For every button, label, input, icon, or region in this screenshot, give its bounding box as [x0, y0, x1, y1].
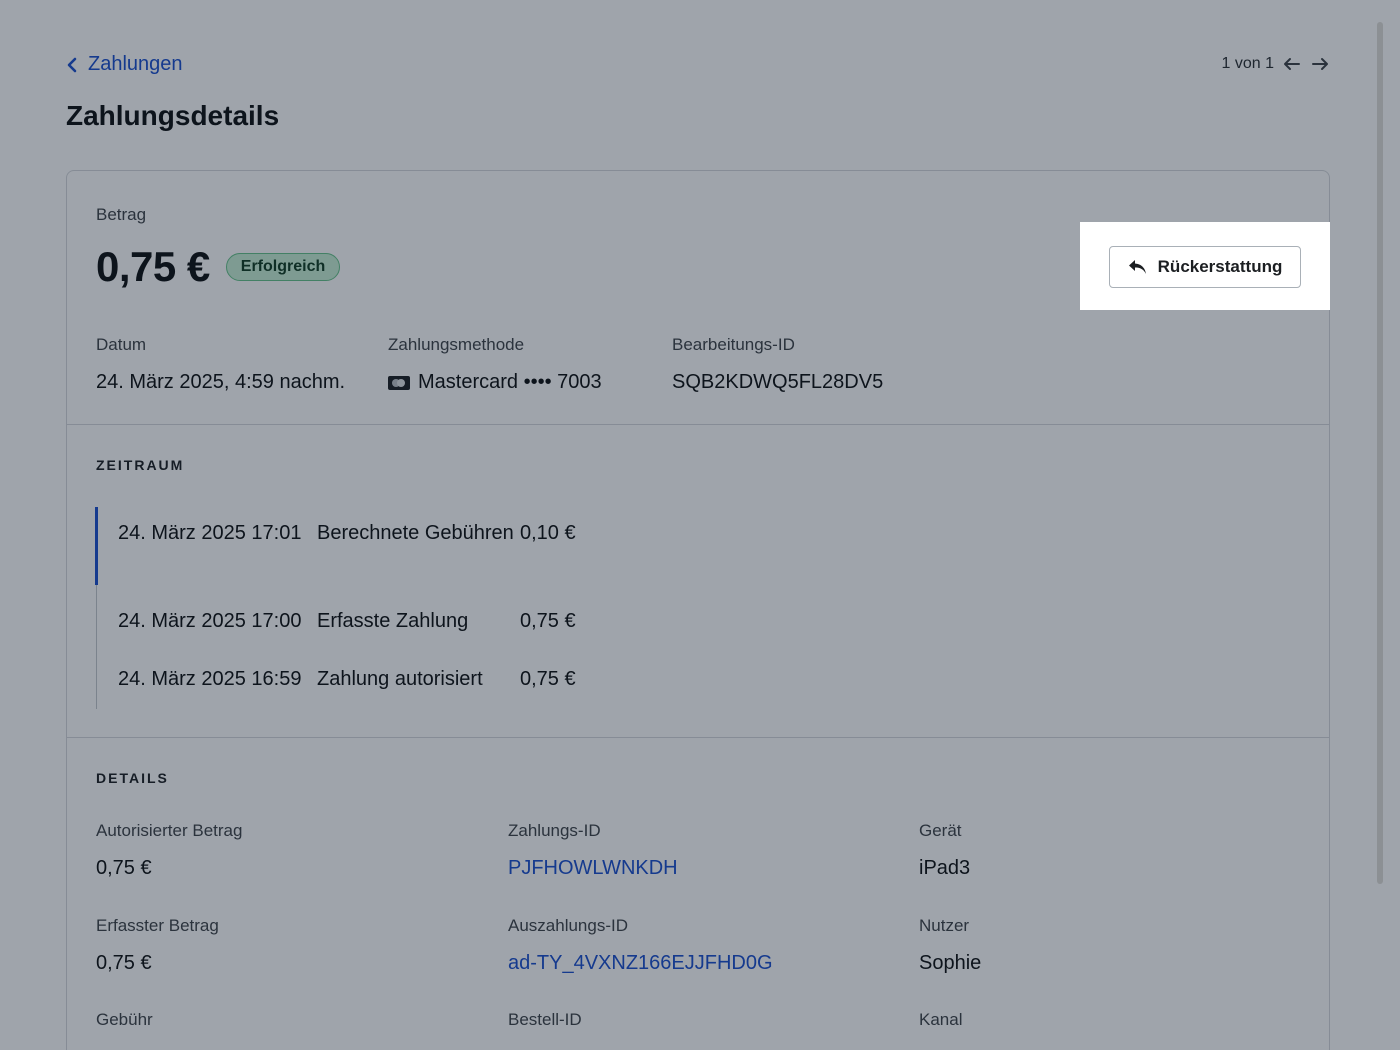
timeline-heading: ZEITRAUM	[96, 457, 185, 473]
detail-payment-id: Zahlungs-ID PJFHOWLWNKDH	[508, 821, 678, 880]
refund-button-label: Rückerstattung	[1157, 257, 1283, 276]
page-title: Zahlungsdetails	[66, 100, 280, 131]
refund-button[interactable]: Rückerstattung	[1109, 246, 1301, 288]
detail-fee: Gebühr	[96, 1010, 153, 1046]
detail-captured-amount: Erfasster Betrag 0,75 €	[96, 916, 219, 975]
back-link-label: Zahlungen	[88, 53, 183, 75]
payment-id-link[interactable]: PJFHOWLWNKDH	[508, 857, 678, 880]
meta-processing-id-value: SQB2KDWQ5FL28DV5	[672, 371, 884, 393]
timeline-row: 24. März 2025 17:01 Berechnete Gebühren …	[118, 519, 620, 548]
meta-date-label: Datum	[96, 335, 147, 354]
details-heading: DETAILS	[96, 770, 169, 786]
detail-value: 0,75 €	[96, 857, 152, 879]
detail-label: Nutzer	[919, 916, 970, 935]
meta-processing-id: Bearbeitungs-ID SQB2KDWQ5FL28DV5	[672, 335, 883, 394]
amount-row: 0,75 € Erfolgreich	[96, 243, 341, 291]
detail-label: Autorisierter Betrag	[96, 821, 243, 840]
payment-amount: 0,75 €	[96, 243, 210, 290]
meta-payment-method-label: Zahlungsmethode	[388, 335, 525, 354]
arrow-left-icon[interactable]	[1282, 54, 1302, 74]
timeline-rail-active	[95, 507, 98, 585]
chevron-left-icon	[67, 57, 77, 72]
detail-authorized-amount: Autorisierter Betrag 0,75 €	[96, 821, 242, 880]
back-link-payments[interactable]: Zahlungen	[66, 53, 183, 76]
timeline-event: Berechnete Gebühren	[317, 522, 514, 544]
detail-label: Kanal	[919, 1010, 963, 1029]
page: Zahlungen 1 von 1 Zahlungsdetails Betrag…	[0, 0, 1400, 1050]
timeline-event: Erfasste Zahlung	[317, 610, 469, 632]
detail-value: iPad3	[919, 857, 971, 879]
meta-processing-id-label: Bearbeitungs-ID	[672, 335, 795, 354]
timeline-date: 24. März 2025 16:59	[118, 668, 302, 690]
detail-payout-id: Auszahlungs-ID ad-TY_4VXNZ166EJJFHD0G	[508, 916, 773, 975]
meta-date: Datum 24. März 2025, 4:59 nachm.	[96, 335, 345, 394]
scrollbar[interactable]	[1377, 22, 1383, 884]
timeline-date: 24. März 2025 17:00	[118, 610, 302, 632]
detail-label: Erfasster Betrag	[96, 916, 219, 935]
timeline-date: 24. März 2025 17:01	[118, 522, 302, 544]
detail-user: Nutzer Sophie	[919, 916, 981, 975]
pager: 1 von 1	[1222, 54, 1330, 74]
detail-label: Gerät	[919, 821, 962, 840]
detail-channel: Kanal	[919, 1010, 962, 1046]
timeline-amount: 0,10 €	[520, 522, 576, 544]
detail-value: Sophie	[919, 952, 982, 974]
pager-text: 1 von 1	[1221, 55, 1274, 72]
meta-payment-method: Zahlungsmethode Mastercard •••• 7003	[388, 335, 602, 394]
detail-label: Gebühr	[96, 1010, 153, 1029]
meta-payment-method-value: Mastercard •••• 7003	[418, 371, 602, 393]
arrow-right-icon[interactable]	[1310, 54, 1330, 74]
timeline-row: 24. März 2025 16:59 Zahlung autorisiert …	[118, 665, 620, 694]
meta-date-value: 24. März 2025, 4:59 nachm.	[96, 371, 346, 393]
detail-value: 0,75 €	[96, 952, 152, 974]
reply-arrow-icon	[1128, 260, 1146, 274]
detail-order-id: Bestell-ID	[508, 1010, 582, 1046]
detail-label: Zahlungs-ID	[508, 821, 601, 840]
timeline-amount: 0,75 €	[520, 610, 576, 632]
divider	[67, 737, 1329, 738]
mastercard-icon	[388, 375, 410, 390]
meta-payment-method-row: Mastercard •••• 7003	[388, 371, 602, 394]
timeline-amount: 0,75 €	[520, 668, 576, 690]
timeline-event: Zahlung autorisiert	[317, 668, 483, 690]
detail-label: Auszahlungs-ID	[508, 916, 629, 935]
timeline-row: 24. März 2025 17:00 Erfasste Zahlung 0,7…	[118, 607, 620, 636]
detail-label: Bestell-ID	[508, 1010, 582, 1029]
divider	[67, 424, 1329, 425]
detail-device: Gerät iPad3	[919, 821, 970, 880]
payout-id-link[interactable]: ad-TY_4VXNZ166EJJFHD0G	[508, 952, 773, 975]
amount-label: Betrag	[96, 205, 147, 224]
status-badge: Erfolgreich	[225, 253, 341, 281]
